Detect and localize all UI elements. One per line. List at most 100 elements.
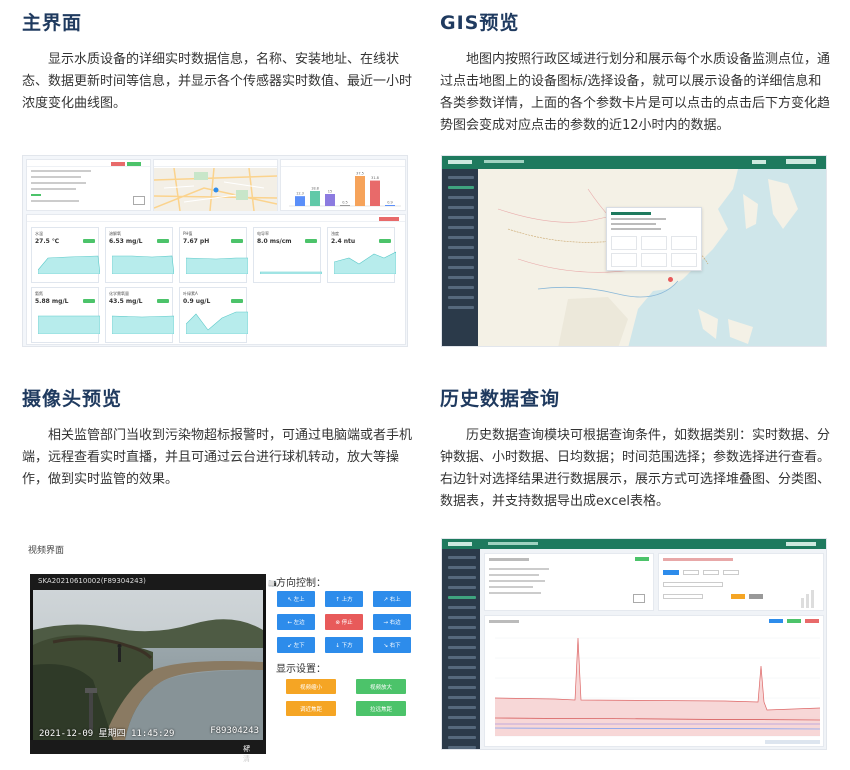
device-info-card xyxy=(26,159,151,211)
sensor-value: 27.5 ℃ xyxy=(35,238,60,245)
section-desc-camera: 相关监管部门当收到污染物超标报警时，可通过电脑端或者手机端，远程查看实时直播，并… xyxy=(22,428,413,487)
display-setting-button[interactable]: 调近焦距 xyxy=(286,701,336,716)
section-history: 历史数据查询 历史数据查询模块可根据查询条件，如数据类别：实时数据、分钟数据、小… xyxy=(440,384,830,513)
main-dashboard-screenshot: 12.3 18.8 15 0.5 37.5 31.8 0.9 水温 27.5 ℃ 溶解氧 6.53… xyxy=(22,155,408,347)
sensor-trend-chart xyxy=(112,255,174,274)
display-setting-button[interactable]: 视频放大 xyxy=(356,679,406,694)
direction-button[interactable]: ↖ 左上 xyxy=(277,591,315,607)
sensor-trend-chart xyxy=(38,255,100,274)
sensor-value: 6.53 mg/L xyxy=(109,238,143,245)
bar-label: 18.8 xyxy=(311,186,319,190)
display-setting-button[interactable]: 拉远焦距 xyxy=(356,701,406,716)
display-setting-button[interactable]: 视频缩小 xyxy=(286,679,336,694)
monitor-icon xyxy=(133,196,145,205)
monitor-icon xyxy=(633,594,645,603)
sensor-trend-chart xyxy=(112,315,174,334)
display-settings-title: 显示设置： xyxy=(276,664,326,675)
camera-preview-screenshot: 视频界面 SKA20210610002(F89304243) 📷 ■ ⊕ 202… xyxy=(22,538,412,763)
sensor-value: 0.9 ug/L xyxy=(183,298,211,305)
sensor-value: 8.0 ms/cm xyxy=(257,238,292,245)
direction-button[interactable]: ↓ 下方 xyxy=(325,637,363,653)
sensor-trend-chart xyxy=(186,311,248,334)
bar-label: 12.3 xyxy=(296,192,304,196)
status-badge xyxy=(157,239,169,243)
status-badge xyxy=(379,239,391,243)
sensor-name: 浊度 xyxy=(331,231,339,236)
sensor-tile[interactable]: 溶解氧 6.53 mg/L xyxy=(105,227,174,283)
history-chart-panel xyxy=(484,615,824,747)
video-frame: 2021-12-09 星期四 11:45:29 F89304243 xyxy=(33,590,263,740)
section-title-camera: 摄像头预览 xyxy=(22,388,123,410)
status-badge xyxy=(83,239,95,243)
status-badge xyxy=(231,239,243,243)
sensor-value: 43.5 mg/L xyxy=(109,298,143,305)
sensor-tile[interactable]: 叶绿素A 0.9 ug/L xyxy=(179,287,248,343)
sensor-name: PH值 xyxy=(183,231,193,236)
direction-button[interactable]: ↙ 左下 xyxy=(277,637,315,653)
section-camera: 摄像头预览 相关监管部门当收到污染物超标报警时，可通过电脑端或者手机端，远程查看… xyxy=(22,384,412,491)
sensor-tile[interactable]: 水温 27.5 ℃ xyxy=(31,227,100,283)
direction-button[interactable]: → 右边 xyxy=(373,614,411,630)
bar xyxy=(370,180,380,206)
query-info-panel xyxy=(484,553,654,611)
sensor-trend-chart xyxy=(38,315,100,334)
bar xyxy=(310,190,320,206)
direction-button[interactable]: ↗ 右上 xyxy=(373,591,411,607)
sensor-trend-chart xyxy=(260,271,322,274)
sensor-value: 7.67 pH xyxy=(183,238,210,245)
direction-button[interactable]: ← 左边 xyxy=(277,614,315,630)
video-player[interactable]: SKA20210610002(F89304243) 📷 ■ ⊕ 2021-12-… xyxy=(30,574,277,763)
sensor-name: 化学需氧量 xyxy=(109,291,129,296)
gis-map[interactable] xyxy=(478,169,826,346)
direction-button[interactable]: ↑ 上方 xyxy=(325,591,363,607)
device-marker-icon[interactable] xyxy=(668,277,673,282)
sensor-trend-chart xyxy=(186,257,248,274)
bar-label: 0.9 xyxy=(387,201,393,205)
section-desc-history: 历史数据查询模块可根据查询条件，如数据类别：实时数据、分钟数据、小时数据、日均数… xyxy=(440,428,831,509)
realtime-data-card: 水温 27.5 ℃ 溶解氧 6.53 mg/L PH值 7.67 pH 电导率 8.0 ms/… xyxy=(26,214,406,345)
history-trend-chart xyxy=(494,637,821,744)
direction-button[interactable]: ⊗ 停止 xyxy=(325,614,363,630)
sensor-tile[interactable]: 浊度 2.4 ntu xyxy=(327,227,396,283)
section-title-main: 主界面 xyxy=(22,12,83,34)
sensor-value: 2.4 ntu xyxy=(331,238,356,245)
video-view-label: 视频界面 xyxy=(28,546,65,556)
status-badge xyxy=(231,299,243,303)
sensor-tile[interactable]: 电导率 8.0 ms/cm xyxy=(253,227,322,283)
query-conditions-panel xyxy=(658,553,824,611)
sensor-tile[interactable]: 氨氮 5.88 mg/L xyxy=(31,287,100,343)
direction-control-title: 方向控制： xyxy=(276,578,326,589)
status-badge xyxy=(83,299,95,303)
video-controls: 标清 ⟳ ⤢ xyxy=(30,740,266,763)
video-timestamp: 2021-12-09 星期四 11:45:29 xyxy=(39,729,175,739)
sensor-name: 叶绿素A xyxy=(183,291,198,296)
device-id: SKA20210610002(F89304243) xyxy=(38,577,146,585)
bar-label: 0.5 xyxy=(342,201,348,205)
bar-label: 15 xyxy=(328,190,332,194)
bar-label: 37.5 xyxy=(356,172,364,176)
bar xyxy=(385,205,395,206)
sensor-tile[interactable]: PH值 7.67 pH xyxy=(179,227,248,283)
section-main: 主界面 显示水质设备的详细实时数据信息，名称、安装地址、在线状态、数据更新时间等… xyxy=(22,8,412,115)
video-toolbar: SKA20210610002(F89304243) 📷 ■ ⊕ xyxy=(30,574,277,590)
section-title-gis: GIS预览 xyxy=(440,12,520,34)
sidebar xyxy=(442,549,480,749)
status-badge xyxy=(157,299,169,303)
history-query-screenshot xyxy=(441,538,827,750)
direction-button[interactable]: ↘ 右下 xyxy=(373,637,411,653)
status-badge xyxy=(305,239,317,243)
bar-label: 31.8 xyxy=(371,176,379,180)
section-gis: GIS预览 地图内按照行政区域进行划分和展示每个水质设备监测点位，通过点击地图上… xyxy=(440,8,830,137)
sensor-bar-chart: 12.3 18.8 15 0.5 37.5 31.8 0.9 xyxy=(289,172,401,207)
sensor-name: 氨氮 xyxy=(35,291,43,296)
platform-header xyxy=(442,156,826,169)
video-serial: F89304243 xyxy=(210,726,259,736)
sensor-name: 水温 xyxy=(35,231,43,236)
fullscreen-icon[interactable]: ⤢ xyxy=(244,744,250,753)
bar xyxy=(295,196,305,206)
sensor-tile[interactable]: 化学需氧量 43.5 mg/L xyxy=(105,287,174,343)
bar xyxy=(325,194,335,206)
sensor-name: 溶解氧 xyxy=(109,231,121,236)
section-title-history: 历史数据查询 xyxy=(440,388,561,410)
sensor-trend-chart xyxy=(334,251,396,274)
